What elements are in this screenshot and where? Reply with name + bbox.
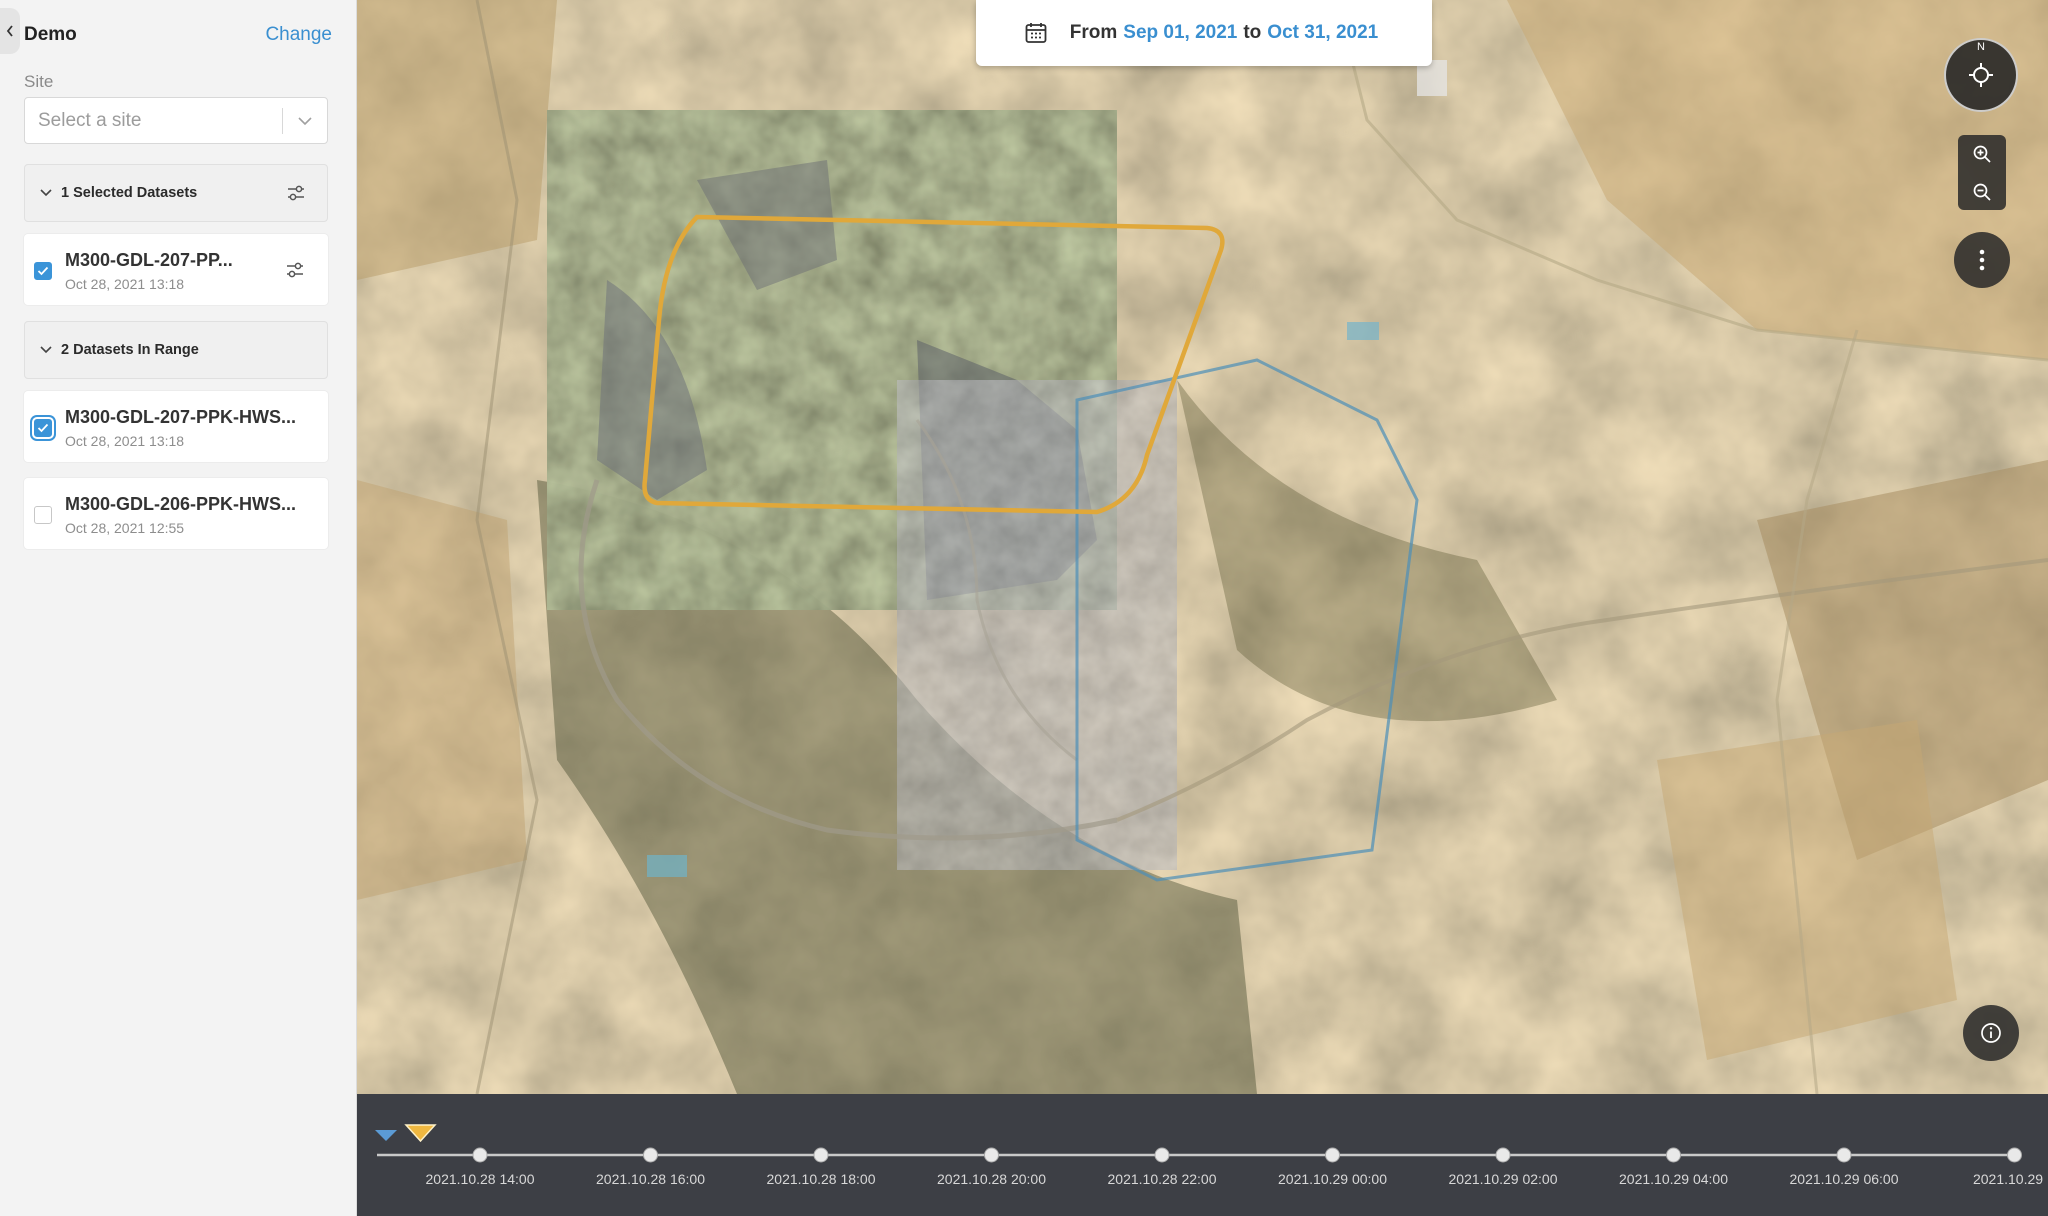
- timeline-tick[interactable]: [984, 1147, 999, 1163]
- more-options-button[interactable]: [1954, 232, 2010, 288]
- zoom-in-button[interactable]: [1958, 135, 2006, 172]
- dataset-marker-orange[interactable]: [404, 1124, 437, 1143]
- site-select[interactable]: Select a site: [24, 97, 328, 144]
- satellite-imagery: [357, 0, 2048, 1094]
- dataset-name: M300-GDL-207-PP...: [65, 250, 233, 270]
- timeline-tick-label: 2021.10.29: [1972, 1171, 2044, 1187]
- dataset-date: Oct 28, 2021 13:18: [65, 433, 185, 449]
- zoom-out-button[interactable]: [1958, 173, 2006, 210]
- dataset-name: M300-GDL-206-PPK-HWS...: [65, 494, 297, 514]
- compass-north-label: N: [1977, 41, 1985, 53]
- info-button[interactable]: [1963, 1005, 2019, 1061]
- dataset-date: Oct 28, 2021 13:18: [65, 276, 185, 292]
- timeline-tick[interactable]: [2007, 1147, 2022, 1163]
- collapse-sidebar-button[interactable]: [0, 8, 20, 54]
- timeline-tick[interactable]: [1666, 1147, 1681, 1163]
- timeline-tick[interactable]: [1325, 1147, 1340, 1163]
- timeline-tick-label: 2021.10.28 14:00: [425, 1171, 535, 1187]
- from-label: From: [1069, 22, 1118, 43]
- from-date-link[interactable]: Sep 01, 2021: [1123, 22, 1237, 44]
- zoom-out-icon: [1973, 183, 1991, 201]
- timeline-tick-label: 2021.10.29 04:00: [1619, 1171, 1728, 1187]
- to-date-link[interactable]: Oct 31, 2021: [1267, 22, 1378, 44]
- timeline-tick-label: 2021.10.28 20:00: [937, 1171, 1046, 1187]
- timeline-tick[interactable]: [1836, 1147, 1852, 1163]
- timeline-tick-label: 2021.10.28 18:00: [766, 1171, 876, 1187]
- timeline-tick-label: 2021.10.28 16:00: [596, 1171, 705, 1187]
- date-range-bar: From Sep 01, 2021 to Oct 31, 2021: [976, 0, 1432, 66]
- timeline-tick[interactable]: [1495, 1147, 1511, 1163]
- timeline-tick-label: 2021.10.29 02:00: [1448, 1171, 1558, 1187]
- range-dataset-item[interactable]: M300-GDL-207-PPK-HWS... Oct 28, 2021 13:…: [24, 391, 328, 462]
- selected-dataset-item[interactable]: M300-GDL-207-PP... Oct 28, 2021 13:18: [24, 234, 328, 305]
- sidebar-header: Demo Change: [24, 22, 332, 48]
- timeline[interactable]: [357, 1094, 2048, 1216]
- chevron-down-icon: [40, 189, 52, 197]
- dataset-settings-icon[interactable]: [284, 259, 306, 281]
- site-label: Site: [24, 72, 54, 91]
- check-icon: [37, 266, 49, 276]
- selected-datasets-header[interactable]: 1 Selected Datasets: [24, 164, 328, 222]
- locate-crosshair-icon: [1969, 63, 1993, 87]
- timeline-tick-label: 2021.10.29 00:00: [1278, 1171, 1387, 1187]
- dataset-checkbox[interactable]: [34, 262, 52, 280]
- chevron-down-icon: [283, 116, 327, 126]
- timeline-tick-label: 2021.10.29 06:00: [1789, 1171, 1899, 1187]
- timeline-tick[interactable]: [643, 1147, 658, 1163]
- zoom-controls: [1958, 135, 2006, 210]
- timeline-track: [375, 1124, 2022, 1163]
- timeline-tick-label: 2021.10.28 22:00: [1107, 1171, 1217, 1187]
- dataset-date: Oct 28, 2021 12:55: [65, 520, 185, 536]
- compass-button[interactable]: N: [1944, 38, 2018, 112]
- calendar-icon: [1025, 23, 1047, 43]
- filter-settings-icon[interactable]: [285, 182, 307, 204]
- more-vertical-icon: [1979, 249, 1985, 271]
- datasets-in-range-title: 2 Datasets In Range: [61, 342, 199, 358]
- selected-datasets-title: 1 Selected Datasets: [61, 185, 198, 201]
- chevron-left-icon: [6, 25, 13, 37]
- datasets-in-range-header[interactable]: 2 Datasets In Range: [24, 321, 328, 379]
- timeline-tick[interactable]: [813, 1147, 829, 1163]
- sidebar: Demo Change Site Select a site 1 Selecte…: [0, 0, 357, 1216]
- dataset-checkbox[interactable]: [34, 506, 52, 524]
- range-dataset-item[interactable]: M300-GDL-206-PPK-HWS... Oct 28, 2021 12:…: [24, 478, 328, 549]
- to-label: to: [1243, 22, 1262, 43]
- chevron-down-icon: [40, 346, 52, 354]
- timeline-tick[interactable]: [472, 1147, 488, 1163]
- change-project-link[interactable]: Change: [265, 24, 332, 46]
- check-icon: [37, 423, 49, 433]
- site-select-placeholder: Select a site: [38, 109, 142, 131]
- dataset-checkbox[interactable]: [34, 419, 52, 437]
- timeline-tick[interactable]: [1154, 1147, 1170, 1163]
- info-icon: [1981, 1023, 2001, 1043]
- map-view[interactable]: From Sep 01, 2021 to Oct 31, 2021 N: [357, 0, 2048, 1094]
- dataset-name: M300-GDL-207-PPK-HWS...: [65, 407, 297, 427]
- dataset-marker-blue[interactable]: [375, 1130, 397, 1141]
- zoom-in-icon: [1973, 145, 1991, 163]
- project-name: Demo: [24, 24, 77, 45]
